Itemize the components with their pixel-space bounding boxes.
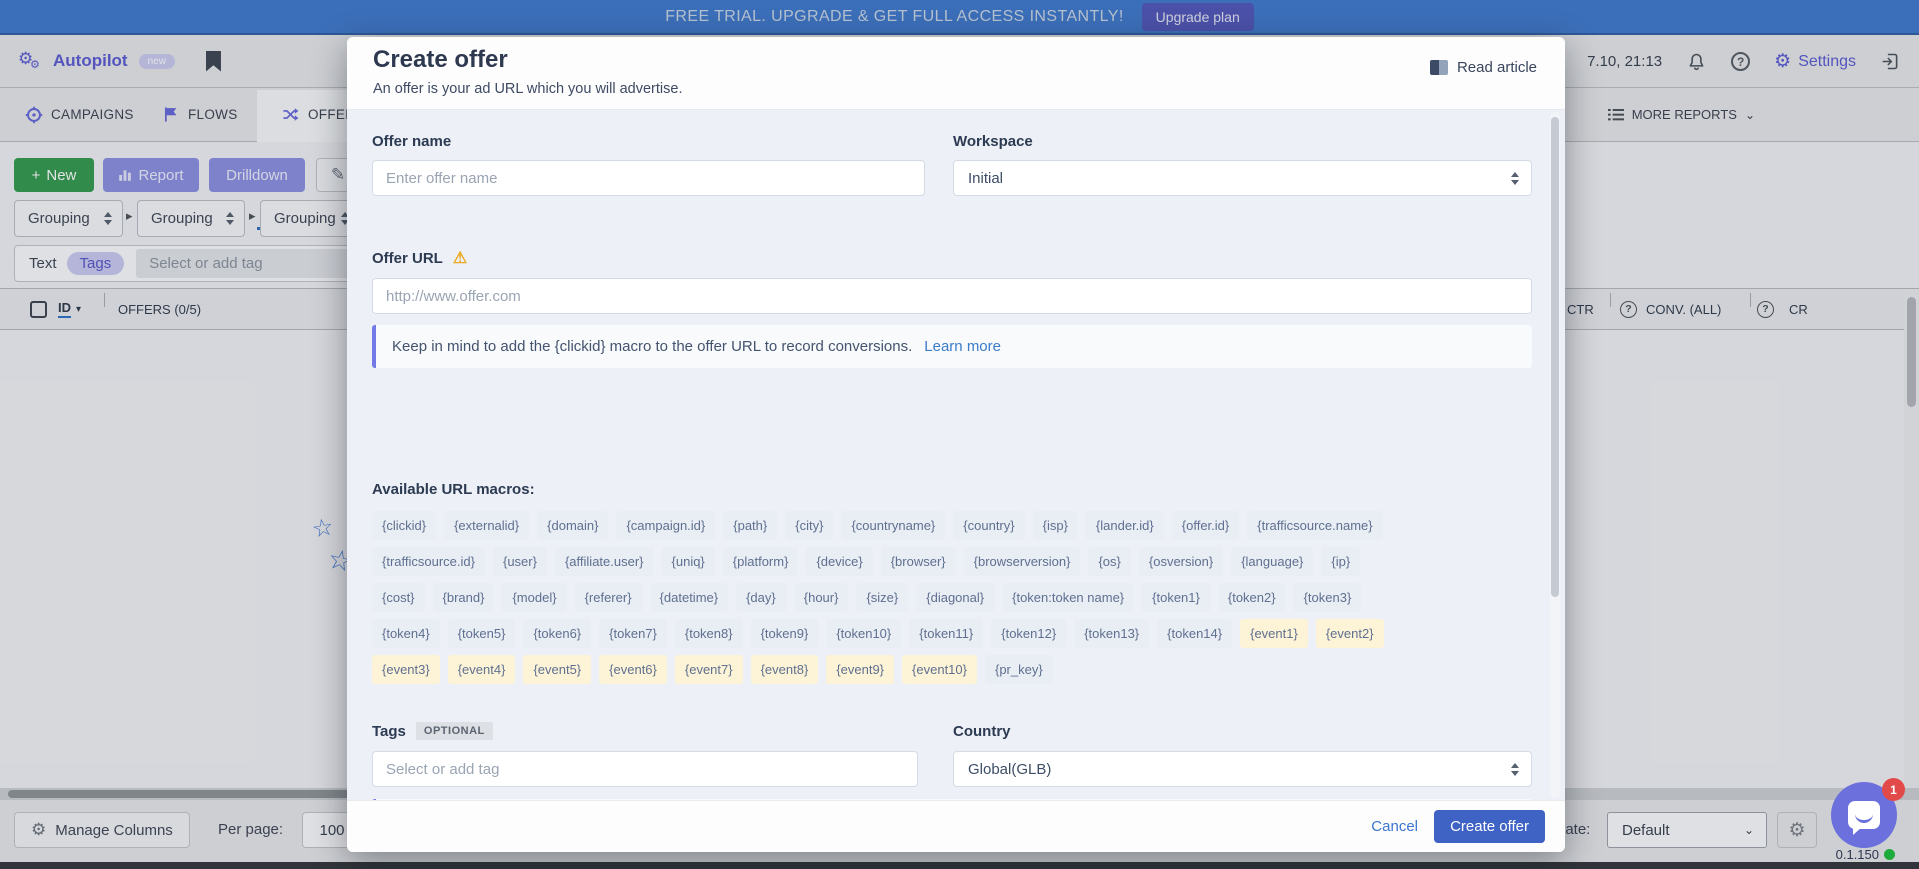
chat-unread-badge: 1 [1882,778,1905,801]
modal-subtitle: An offer is your ad URL which you will a… [373,81,682,97]
macro-chip[interactable]: {device} [806,547,872,576]
modal-header: Create offer An offer is your ad URL whi… [347,37,1565,110]
macro-chip[interactable]: {platform} [723,547,799,576]
macro-chip[interactable]: {token10} [826,619,901,648]
macro-chip[interactable]: {event9} [826,655,894,684]
macro-chip[interactable]: {ip} [1321,547,1360,576]
macro-chip[interactable]: {lander.id} [1086,511,1164,540]
status-dot [1884,849,1895,860]
macro-chip[interactable]: {token13} [1074,619,1149,648]
optional-badge: OPTIONAL [416,722,493,740]
macro-chip[interactable]: {size} [856,583,908,612]
macro-chip[interactable]: {os} [1088,547,1130,576]
modal-title: Create offer [373,46,508,74]
spinner-icon [1511,172,1519,185]
macro-chip[interactable]: {datetime} [650,583,729,612]
macro-chip[interactable]: {trafficsource.name} [1247,511,1382,540]
macro-chip[interactable]: {token11} [909,619,983,648]
offer-url-input[interactable] [372,278,1532,314]
macro-chip[interactable]: {osversion} [1139,547,1223,576]
macro-chip[interactable]: {token12} [991,619,1066,648]
modal-footer: Cancel Create offer [347,800,1565,852]
macro-chip[interactable]: {trafficsource.id} [372,547,485,576]
macro-chip[interactable]: {pr_key} [985,655,1053,684]
macro-chip[interactable]: {city} [785,511,833,540]
macro-chip[interactable]: {diagonal} [916,583,994,612]
read-article-link[interactable]: Read article [1430,59,1537,76]
macro-chip[interactable]: {offer.id} [1172,511,1239,540]
modal-scrollbar [1550,112,1560,798]
macro-chip[interactable]: {language} [1231,547,1313,576]
create-offer-button[interactable]: Create offer [1434,810,1545,843]
macro-chip[interactable]: {domain} [537,511,608,540]
macro-chip[interactable]: {token1} [1142,583,1210,612]
modal-body: Offer name Workspace Initial Offer URL⚠ … [347,110,1565,800]
offer-url-label: Offer URL⚠ [372,248,467,268]
macro-chip[interactable]: {uniq} [662,547,715,576]
warning-icon: ⚠ [453,250,467,267]
country-label: Country [953,723,1011,740]
macro-chip[interactable]: {event1} [1240,619,1308,648]
tags-label: TagsOPTIONAL [372,723,493,740]
macro-chip[interactable]: {country} [953,511,1024,540]
create-offer-modal: Create offer An offer is your ad URL whi… [347,37,1565,852]
macro-chip[interactable]: {model} [502,583,566,612]
workspace-select[interactable]: Initial [953,160,1532,196]
macros-label: Available URL macros: [372,481,535,498]
macro-chip[interactable]: {token2} [1218,583,1286,612]
tags-input[interactable] [372,751,918,787]
version-label: 0.1.150 [1790,847,1895,862]
macro-chip[interactable]: {cost} [372,583,425,612]
book-icon [1430,60,1448,75]
macro-chip[interactable]: {token5} [448,619,516,648]
country-select[interactable]: Global(GLB) [953,751,1532,787]
macro-chip[interactable]: {event2} [1316,619,1384,648]
macro-chip[interactable]: {token:token name} [1002,583,1134,612]
macro-chip[interactable]: {event4} [448,655,516,684]
app-window: FREE TRIAL. UPGRADE & GET FULL ACCESS IN… [0,0,1919,869]
cancel-button[interactable]: Cancel [1357,810,1432,843]
macro-chip[interactable]: {event6} [599,655,667,684]
macro-chip[interactable]: {affiliate.user} [555,547,654,576]
spinner-icon [1511,763,1519,776]
macro-chip[interactable]: {token6} [523,619,591,648]
macro-chip[interactable]: {clickid} [372,511,436,540]
country-value: Global(GLB) [968,761,1051,778]
modal-scrollbar-thumb[interactable] [1551,117,1559,597]
macro-chip[interactable]: {day} [736,583,786,612]
macro-chip[interactable]: {event7} [675,655,743,684]
macro-chip[interactable]: {token9} [751,619,819,648]
clickid-note-text: Keep in mind to add the {clickid} macro … [392,338,912,355]
macro-chip[interactable]: {referer} [575,583,642,612]
macro-chip[interactable]: {event3} [372,655,440,684]
read-article-label: Read article [1457,59,1537,76]
macro-chip[interactable]: {browserversion} [964,547,1081,576]
macro-chip[interactable]: {token7} [599,619,667,648]
chat-bubble-icon [1848,801,1880,829]
macro-chip[interactable]: {externalid} [444,511,529,540]
offer-name-input[interactable] [372,160,925,196]
macro-chip[interactable]: {path} [723,511,777,540]
macro-chip[interactable]: {token3} [1294,583,1362,612]
macro-chip[interactable]: {token4} [372,619,440,648]
macro-chip[interactable]: {user} [493,547,547,576]
macro-chip[interactable]: {event5} [523,655,591,684]
macro-chip[interactable]: {campaign.id} [616,511,715,540]
macro-chip[interactable]: {hour} [794,583,849,612]
macro-chip[interactable]: {browser} [881,547,956,576]
macro-chip[interactable]: {event8} [751,655,819,684]
version-number: 0.1.150 [1836,847,1879,862]
workspace-value: Initial [968,170,1003,187]
macro-chip[interactable]: {event10} [902,655,977,684]
learn-more-link[interactable]: Learn more [924,338,1001,355]
macro-chip[interactable]: {isp} [1033,511,1078,540]
offer-name-label: Offer name [372,133,451,150]
macro-chip[interactable]: {token14} [1157,619,1232,648]
clickid-note: Keep in mind to add the {clickid} macro … [372,325,1532,368]
workspace-label: Workspace [953,133,1033,150]
macro-chip[interactable]: {countryname} [841,511,945,540]
macros-list: {clickid} {externalid} {domain} {campaign.i… [372,511,1540,691]
macro-chip[interactable]: {token8} [675,619,743,648]
macro-chip[interactable]: {brand} [433,583,495,612]
